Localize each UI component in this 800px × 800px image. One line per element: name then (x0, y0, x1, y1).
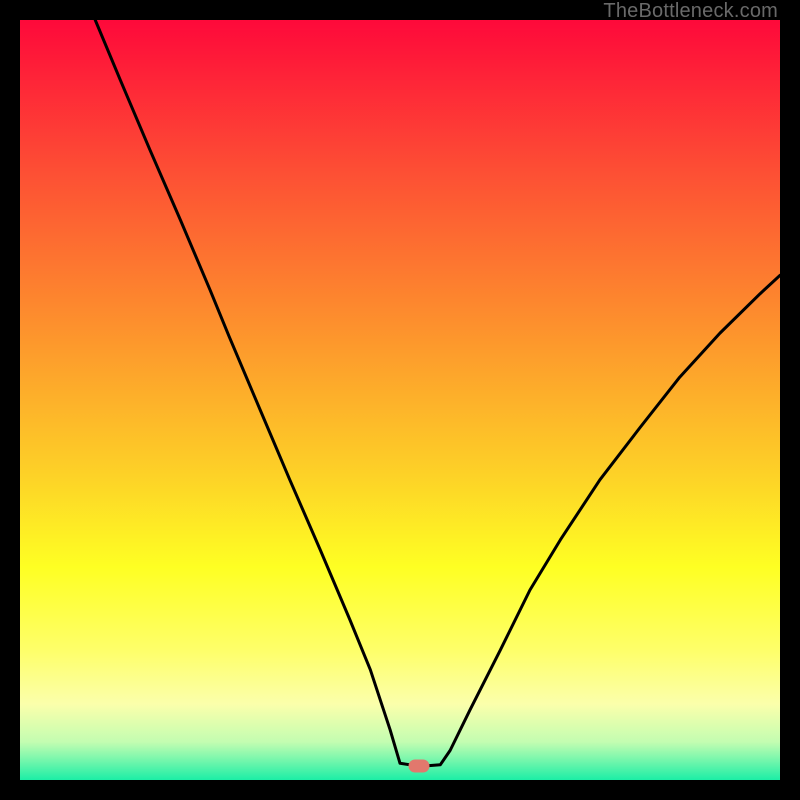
optimum-marker (409, 760, 430, 773)
chart-svg (20, 20, 780, 780)
plot-area (20, 20, 780, 780)
gradient-background (20, 20, 780, 780)
chart-frame: TheBottleneck.com (0, 0, 800, 800)
watermark-text: TheBottleneck.com (603, 0, 778, 23)
